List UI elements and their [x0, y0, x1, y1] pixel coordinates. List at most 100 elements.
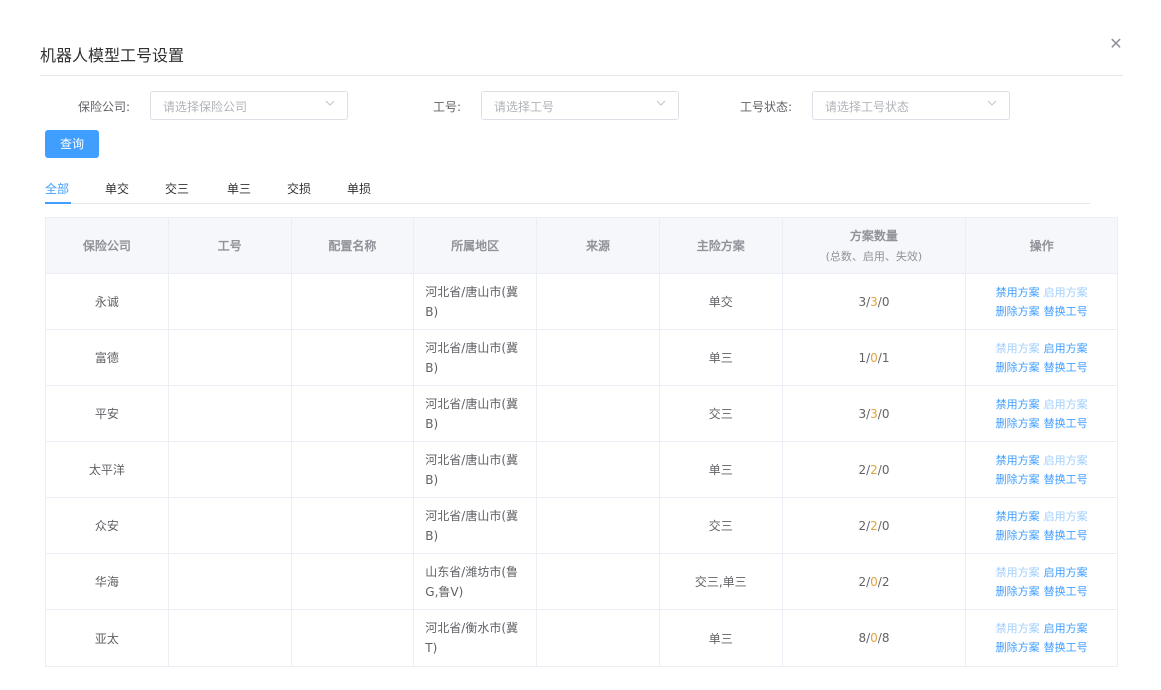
- disable-plan-link[interactable]: 禁用方案: [996, 283, 1040, 302]
- count-invalid: 0: [881, 462, 890, 477]
- close-icon[interactable]: ✕: [1108, 36, 1124, 52]
- enable-plan-link[interactable]: 启用方案: [1044, 451, 1088, 470]
- company-cell: 众安: [46, 498, 169, 553]
- table-row: 众安 河北省/唐山市(冀B) 交三 2/2/0 禁用方案 启用方案 删除方案 替…: [46, 498, 1117, 554]
- dialog-title: 机器人模型工号设置: [40, 46, 185, 65]
- plan-count-cell: 3/3/0: [783, 274, 967, 329]
- config-name-cell: [292, 554, 415, 609]
- company-cell: 永诚: [46, 274, 169, 329]
- count-total: 1: [858, 350, 867, 365]
- delete-plan-link[interactable]: 删除方案: [996, 358, 1040, 377]
- count-invalid: 1: [881, 350, 890, 365]
- count-total: 2: [858, 518, 867, 533]
- column-header: 主险方案: [660, 218, 783, 273]
- plan-count-cell: 2/0/2: [783, 554, 967, 609]
- enable-plan-link[interactable]: 启用方案: [1044, 339, 1088, 358]
- query-button[interactable]: 查询: [45, 130, 99, 158]
- count-invalid: 2: [881, 574, 890, 589]
- region-text: 河北省/唐山市(冀B): [425, 340, 519, 375]
- column-header: 操作: [1029, 239, 1054, 253]
- enable-plan-link[interactable]: 启用方案: [1044, 619, 1088, 638]
- tab-danjiao[interactable]: 单交: [105, 180, 129, 197]
- status-filter-label: 工号状态:: [740, 100, 793, 114]
- replace-worker-id-link[interactable]: 替换工号: [1044, 470, 1088, 489]
- region-cell: 河北省/唐山市(冀B): [414, 386, 538, 441]
- plan-cell: 单三: [660, 330, 783, 385]
- company-cell: 太平洋: [46, 442, 169, 497]
- replace-worker-id-link[interactable]: 替换工号: [1044, 414, 1088, 433]
- delete-plan-link[interactable]: 删除方案: [996, 414, 1040, 433]
- disable-plan-link[interactable]: 禁用方案: [996, 507, 1040, 526]
- enable-plan-link[interactable]: 启用方案: [1044, 283, 1088, 302]
- count-enabled: 0: [870, 574, 878, 589]
- company-cell: 亚太: [46, 610, 169, 666]
- worker-id-cell: [169, 442, 292, 497]
- status-select[interactable]: 请选择工号状态: [812, 91, 1010, 120]
- table-row: 亚太 河北省/衡水市(冀T) 单三 8/0/8 禁用方案 启用方案 删除方案 替…: [46, 610, 1117, 666]
- count-total: 8: [858, 631, 867, 645]
- tab-dansun[interactable]: 单损: [347, 180, 371, 197]
- replace-worker-id-link[interactable]: 替换工号: [1044, 358, 1088, 377]
- tab-active-indicator: [45, 202, 71, 204]
- title-divider: [40, 75, 1123, 76]
- column-header: 保险公司: [46, 218, 169, 273]
- replace-worker-id-link[interactable]: 替换工号: [1044, 582, 1088, 601]
- count-enabled: 2: [870, 462, 878, 477]
- source-cell: [537, 330, 660, 385]
- status-select-placeholder: 请选择工号状态: [825, 100, 910, 114]
- delete-plan-link[interactable]: 删除方案: [996, 638, 1040, 657]
- company-cell: 富德: [46, 330, 169, 385]
- disable-plan-link[interactable]: 禁用方案: [996, 451, 1040, 470]
- chevron-down-icon: [987, 98, 997, 108]
- disable-plan-link[interactable]: 禁用方案: [996, 395, 1040, 414]
- worker-id-cell: [169, 274, 292, 329]
- region-cell: 河北省/衡水市(冀T): [414, 610, 538, 666]
- actions-cell: 禁用方案 启用方案 删除方案 替换工号: [966, 498, 1117, 553]
- worker-table: 保险公司 工号 配置名称 所属地区 来源 主险方案 方案数量 (总数、启用、失效…: [45, 217, 1118, 667]
- disable-plan-link[interactable]: 禁用方案: [996, 339, 1040, 358]
- worker-id-cell: [169, 610, 292, 666]
- worker-id-select-placeholder: 请选择工号: [494, 100, 555, 114]
- count-enabled: 3: [870, 406, 878, 421]
- config-name-cell: [292, 442, 415, 497]
- worker-id-select[interactable]: 请选择工号: [481, 91, 679, 120]
- table-row: 永诚 河北省/唐山市(冀B) 单交 3/3/0 禁用方案 启用方案 删除方案 替…: [46, 274, 1117, 330]
- plan-type-tabs: 全部 单交 交三 单三 交损 单损: [45, 180, 1090, 204]
- replace-worker-id-link[interactable]: 替换工号: [1044, 638, 1088, 657]
- count-enabled: 0: [870, 631, 878, 645]
- plan-cell: 单三: [660, 442, 783, 497]
- tab-all[interactable]: 全部: [45, 180, 69, 197]
- delete-plan-link[interactable]: 删除方案: [996, 526, 1040, 545]
- config-name-cell: [292, 274, 415, 329]
- source-cell: [537, 554, 660, 609]
- replace-worker-id-link[interactable]: 替换工号: [1044, 526, 1088, 545]
- table-header: 保险公司 工号 配置名称 所属地区 来源 主险方案 方案数量 (总数、启用、失效…: [46, 218, 1117, 274]
- column-header: 配置名称: [292, 218, 415, 273]
- disable-plan-link[interactable]: 禁用方案: [996, 619, 1040, 638]
- count-invalid: 0: [881, 518, 890, 533]
- plan-cell: 交三: [660, 498, 783, 553]
- enable-plan-link[interactable]: 启用方案: [1044, 395, 1088, 414]
- worker-id-filter-label: 工号:: [433, 100, 462, 114]
- region-text: 河北省/唐山市(冀B): [425, 452, 519, 487]
- worker-id-cell: [169, 330, 292, 385]
- enable-plan-link[interactable]: 启用方案: [1044, 563, 1088, 582]
- table-row: 华海 山东省/潍坊市(鲁G,鲁V) 交三,单三 2/0/2 禁用方案 启用方案 …: [46, 554, 1117, 610]
- column-header: 所属地区: [414, 218, 538, 273]
- count-invalid: 8: [881, 631, 890, 645]
- replace-worker-id-link[interactable]: 替换工号: [1044, 302, 1088, 321]
- tab-jiaosan[interactable]: 交三: [165, 180, 189, 197]
- source-cell: [537, 442, 660, 497]
- plan-count-cell: 8/0/8: [783, 610, 967, 666]
- delete-plan-link[interactable]: 删除方案: [996, 302, 1040, 321]
- delete-plan-link[interactable]: 删除方案: [996, 470, 1040, 489]
- table-row: 富德 河北省/唐山市(冀B) 单三 1/0/1 禁用方案 启用方案 删除方案 替…: [46, 330, 1117, 386]
- tab-dansan[interactable]: 单三: [227, 180, 251, 197]
- count-total: 3: [858, 294, 867, 309]
- enable-plan-link[interactable]: 启用方案: [1044, 507, 1088, 526]
- disable-plan-link[interactable]: 禁用方案: [996, 563, 1040, 582]
- region-cell: 山东省/潍坊市(鲁G,鲁V): [414, 554, 538, 609]
- company-select[interactable]: 请选择保险公司: [150, 91, 348, 120]
- delete-plan-link[interactable]: 删除方案: [996, 582, 1040, 601]
- tab-jiaosun[interactable]: 交损: [287, 180, 311, 197]
